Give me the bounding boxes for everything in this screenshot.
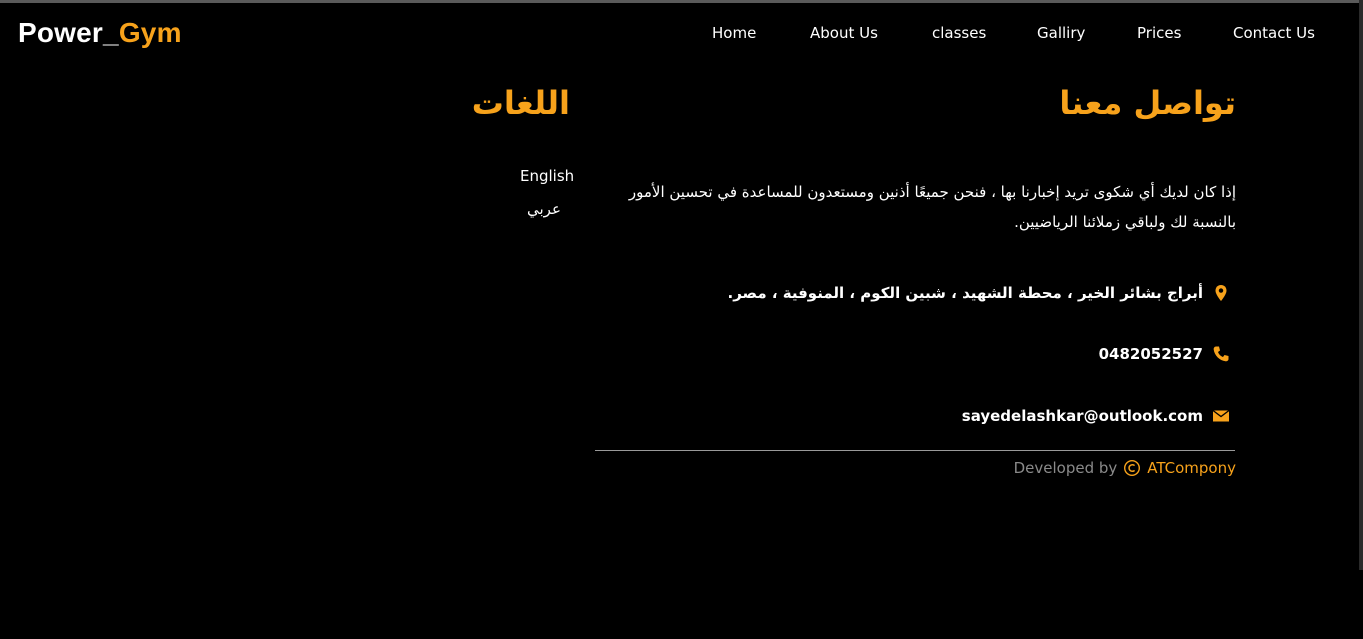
language-arabic[interactable]: عربي — [527, 200, 561, 218]
address-text: أبراج بشائر الخير ، محطة الشهيد ، شبين ا… — [727, 284, 1203, 302]
contact-description: إذا كان لديك أي شكوى تريد إخبارنا بها ، … — [628, 183, 1236, 231]
contact-heading: تواصل معنا — [1059, 84, 1236, 122]
main-nav: Home About Us classes Galliry Prices Con… — [0, 24, 1363, 44]
copyright-icon — [1123, 459, 1141, 477]
email-text[interactable]: sayedelashkar@outlook.com — [962, 407, 1203, 425]
phone-row: 0482052527 — [1099, 345, 1230, 363]
scrollbar-edge — [1359, 0, 1363, 570]
developed-by-label: Developed by — [1013, 459, 1118, 477]
nav-home[interactable]: Home — [712, 24, 756, 42]
nav-prices[interactable]: Prices — [1137, 24, 1181, 42]
nav-about-us[interactable]: About Us — [810, 24, 878, 42]
footer-divider — [595, 450, 1235, 451]
address-row: أبراج بشائر الخير ، محطة الشهيد ، شبين ا… — [728, 284, 1230, 302]
envelope-icon — [1212, 407, 1230, 425]
nav-contact-us[interactable]: Contact Us — [1233, 24, 1315, 42]
email-row: sayedelashkar@outlook.com — [962, 407, 1230, 425]
footer: Developed by ATCompony — [1014, 459, 1236, 477]
phone-text: 0482052527 — [1098, 345, 1203, 363]
top-border — [0, 0, 1363, 3]
nav-classes[interactable]: classes — [932, 24, 986, 42]
map-marker-icon — [1212, 284, 1230, 302]
phone-icon — [1212, 345, 1230, 363]
nav-gallery[interactable]: Galliry — [1037, 24, 1085, 42]
languages-heading: اللغات — [471, 84, 570, 122]
language-english[interactable]: English — [520, 167, 574, 185]
company-link[interactable]: ATCompony — [1147, 459, 1236, 477]
